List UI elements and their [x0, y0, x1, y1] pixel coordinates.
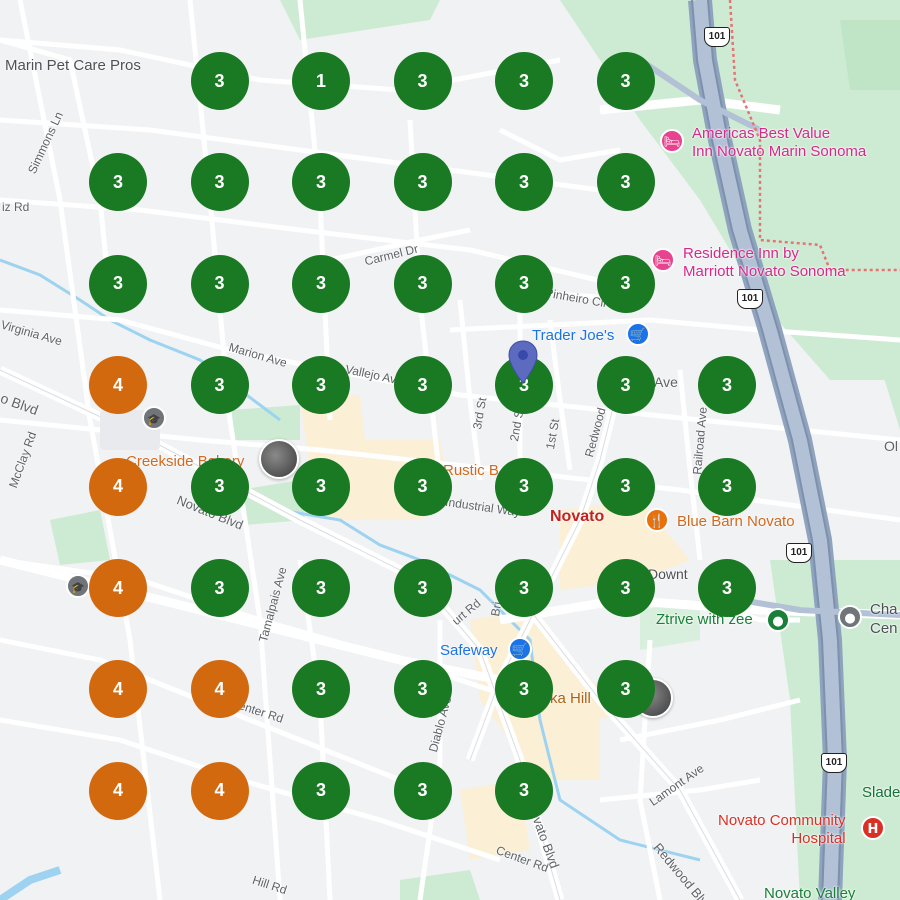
rank-marker[interactable]: 3: [190, 356, 249, 415]
rank-marker[interactable]: 3: [596, 356, 655, 415]
rank-marker[interactable]: 3: [495, 559, 553, 617]
location-pin-icon[interactable]: [508, 340, 538, 384]
rank-marker[interactable]: 3: [698, 457, 756, 516]
place-trader-joes[interactable]: Trader Joe's: [532, 327, 614, 344]
rank-marker[interactable]: 3: [393, 254, 452, 313]
place-marin-pet-care-pros[interactable]: Marin Pet Care Pros: [5, 57, 141, 74]
place-residence-inn[interactable]: Residence Inn by Marriott Novato Sonoma: [683, 245, 846, 281]
graduation-cap-icon[interactable]: 🎓: [66, 574, 90, 598]
place-photo-thumbnail[interactable]: [259, 439, 299, 479]
rank-marker[interactable]: 3: [89, 254, 147, 313]
rank-marker[interactable]: 3: [393, 52, 452, 110]
rank-marker[interactable]: 3: [292, 153, 350, 212]
rank-marker[interactable]: 3: [393, 457, 452, 516]
place-cen[interactable]: Cen: [870, 620, 898, 637]
street-ol: Ol: [884, 438, 898, 454]
rank-marker[interactable]: 3: [495, 660, 553, 719]
rank-marker[interactable]: 3: [393, 761, 452, 820]
rank-marker[interactable]: 3: [190, 254, 249, 313]
place-blue-barn-novato[interactable]: Blue Barn Novato: [677, 513, 795, 530]
place-dot-icon[interactable]: ●: [766, 608, 790, 632]
rank-marker[interactable]: 3: [393, 356, 452, 415]
rank-marker[interactable]: 3: [698, 559, 756, 617]
rank-marker[interactable]: 3: [596, 52, 655, 110]
city-label-novato: Novato: [550, 508, 605, 525]
place-cha[interactable]: Cha: [870, 601, 898, 618]
place-ka-hill[interactable]: ka Hill: [550, 690, 591, 707]
highway-101-shield: 101: [704, 27, 730, 47]
shopping-cart-icon[interactable]: 🛒: [508, 637, 532, 661]
rank-marker[interactable]: 3: [190, 52, 249, 110]
bed-icon[interactable]: 🛏: [651, 248, 675, 272]
highway-101-shield: 101: [786, 543, 812, 563]
rank-marker[interactable]: 3: [89, 153, 147, 212]
rank-marker[interactable]: 3: [596, 660, 655, 719]
creek: [0, 866, 62, 900]
rank-marker[interactable]: 1: [292, 52, 350, 110]
place-americas-best-value-inn[interactable]: Americas Best Value Inn Novato Marin Son…: [692, 125, 866, 161]
graduation-cap-icon[interactable]: 🎓: [142, 406, 166, 430]
place-slade[interactable]: Slade: [862, 784, 900, 801]
place-dot-icon[interactable]: ●: [838, 605, 862, 629]
place-rustic-bakery[interactable]: Rustic B: [443, 462, 499, 479]
rank-marker[interactable]: 3: [596, 559, 655, 617]
rank-marker[interactable]: 4: [190, 761, 249, 820]
highway-101-shield: 101: [821, 753, 847, 773]
rank-marker[interactable]: 3: [495, 52, 553, 110]
rank-marker[interactable]: 3: [596, 457, 655, 516]
rank-marker[interactable]: 4: [89, 356, 147, 415]
rank-marker[interactable]: 4: [89, 559, 147, 617]
rank-marker[interactable]: 3: [190, 153, 249, 212]
rank-marker[interactable]: 3: [393, 559, 452, 617]
rank-marker[interactable]: 3: [190, 559, 249, 617]
park-area: [50, 510, 110, 565]
map-view[interactable]: Marin Pet Care Pros Simmons Ln iz Rd Car…: [0, 0, 900, 900]
rank-marker[interactable]: 3: [292, 761, 350, 820]
place-novato-community-hospital[interactable]: Novato Community Hospital: [718, 812, 846, 848]
rank-marker[interactable]: 3: [495, 457, 553, 516]
rank-marker[interactable]: 3: [596, 153, 655, 212]
rank-marker[interactable]: 3: [495, 761, 553, 820]
rank-marker[interactable]: 3: [698, 356, 756, 415]
rank-marker[interactable]: 3: [292, 254, 350, 313]
highway-101-shield: 101: [737, 289, 763, 309]
rank-marker[interactable]: 3: [190, 457, 249, 516]
hospital-h-icon[interactable]: H: [861, 816, 885, 840]
rank-marker[interactable]: 3: [292, 559, 350, 617]
rank-marker[interactable]: 4: [89, 457, 147, 516]
rank-marker[interactable]: 3: [292, 660, 350, 719]
rank-marker[interactable]: 3: [292, 356, 350, 415]
rank-marker[interactable]: 4: [89, 761, 147, 820]
rank-marker[interactable]: 3: [596, 254, 655, 313]
shopping-cart-icon[interactable]: 🛒: [626, 322, 650, 346]
rank-marker[interactable]: 4: [89, 660, 147, 719]
street-iz-rd: iz Rd: [2, 200, 30, 214]
park-area: [840, 20, 900, 90]
rank-marker[interactable]: 3: [495, 153, 553, 212]
place-safeway[interactable]: Safeway: [440, 642, 498, 659]
street-grant-ave: Ave: [654, 374, 678, 390]
park-area: [400, 870, 480, 900]
bed-icon[interactable]: 🛏: [660, 129, 684, 153]
fork-knife-icon[interactable]: 🍴: [645, 508, 669, 532]
rank-marker[interactable]: 3: [393, 153, 452, 212]
rank-marker[interactable]: 3: [495, 254, 553, 313]
rank-marker[interactable]: 3: [393, 660, 452, 719]
rank-marker[interactable]: 3: [292, 457, 350, 516]
rank-marker[interactable]: 4: [190, 660, 249, 719]
place-novato-valley[interactable]: Novato Valley: [764, 885, 855, 900]
